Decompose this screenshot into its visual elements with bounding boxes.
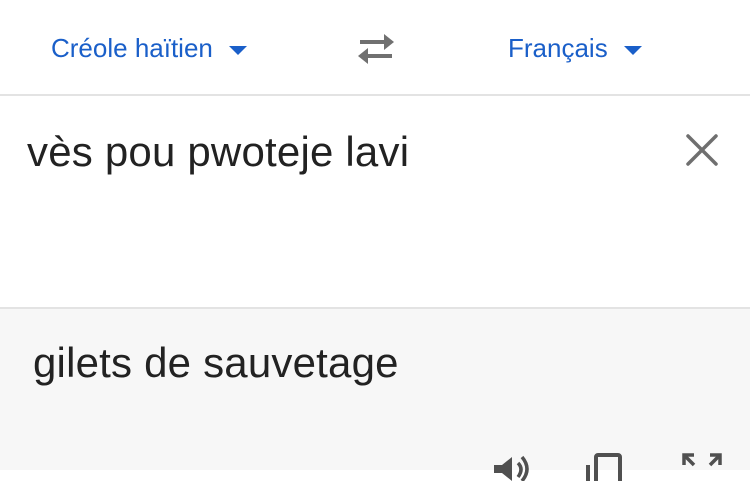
close-icon xyxy=(686,134,718,166)
listen-button[interactable] xyxy=(490,451,534,483)
language-bar: Créole haïtien Français xyxy=(0,0,750,96)
source-language-selector[interactable]: Créole haïtien xyxy=(51,30,247,66)
source-text[interactable]: vès pou pwoteje lavi xyxy=(27,128,409,176)
copy-button[interactable] xyxy=(582,451,626,486)
chevron-down-icon xyxy=(623,45,642,55)
source-language-label: Créole haïtien xyxy=(51,32,213,63)
swap-languages-button[interactable] xyxy=(354,30,398,66)
expand-icon xyxy=(682,453,722,467)
chevron-down-icon xyxy=(228,45,247,55)
translated-text: gilets de sauvetage xyxy=(33,339,399,386)
translation-output-area: gilets de sauvetage xyxy=(0,309,750,486)
target-language-label: Français xyxy=(508,32,608,63)
source-input-area[interactable]: vès pou pwoteje lavi xyxy=(0,96,750,309)
clear-input-button[interactable] xyxy=(684,132,720,168)
copy-icon xyxy=(586,453,622,486)
target-language-selector[interactable]: Français xyxy=(508,30,642,66)
swap-languages-icon xyxy=(358,34,394,64)
speaker-icon xyxy=(494,455,529,483)
fullscreen-button[interactable] xyxy=(680,451,724,481)
